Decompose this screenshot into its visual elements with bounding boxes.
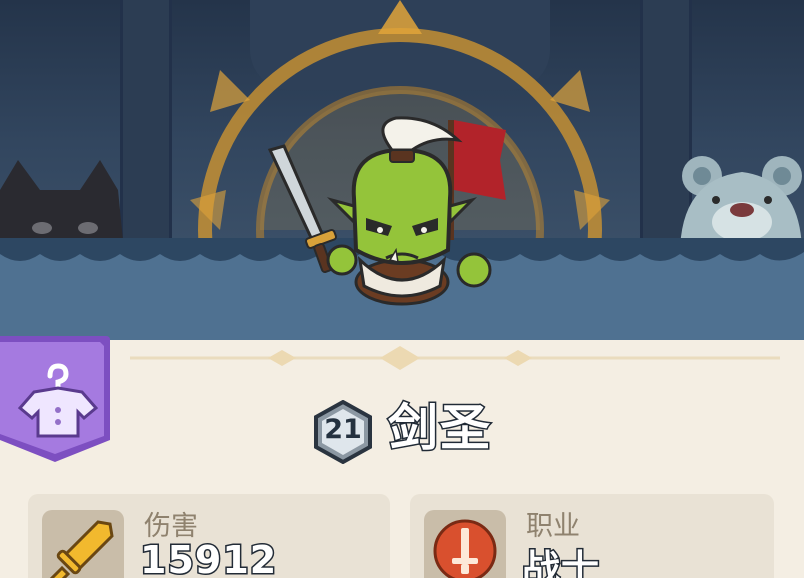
orc-swordmaster-character (267, 116, 506, 306)
warrior-class-icon (424, 510, 506, 578)
panel-ornament (130, 346, 780, 370)
stat-value: 战士 (520, 546, 601, 578)
hero-name: 剑圣 (387, 398, 492, 459)
stat-card-class: 职业 战士 (410, 494, 774, 578)
sword-icon (42, 510, 124, 578)
hero-level: 21 (324, 414, 362, 445)
stat-card-damage: 伤害 15912 (28, 494, 390, 578)
stat-value: 15912 (138, 537, 278, 578)
costume-button[interactable] (0, 336, 110, 464)
hero-detail-screen: 21 剑圣 伤害 15912 职业 战士 (0, 0, 804, 578)
